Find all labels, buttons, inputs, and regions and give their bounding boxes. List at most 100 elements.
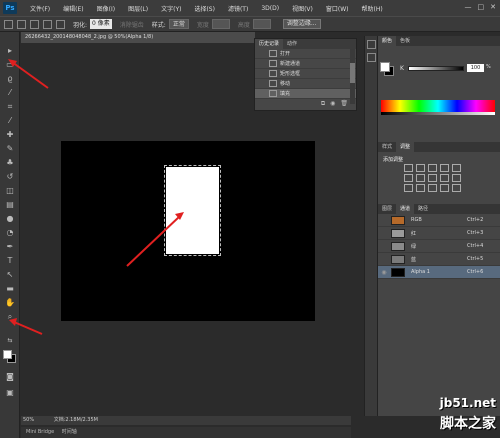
menu-image[interactable]: 图像(I): [97, 4, 115, 13]
channel-row-blue[interactable]: 蓝 Ctrl+5: [378, 253, 500, 266]
subtract-selection-icon[interactable]: [43, 19, 52, 29]
tab-swatches[interactable]: 色板: [396, 36, 414, 46]
dodge-icon[interactable]: ◔: [4, 228, 16, 238]
history-brush-icon[interactable]: ↺: [4, 172, 16, 182]
style-select[interactable]: 正常: [168, 19, 189, 29]
gradient-map-icon[interactable]: [440, 184, 449, 192]
healing-brush-icon[interactable]: ✚: [4, 130, 16, 140]
menu-3d[interactable]: 3D(D): [261, 5, 279, 12]
mini-bridge-tab[interactable]: Mini Bridge: [23, 429, 57, 435]
vibrance-icon[interactable]: [452, 164, 461, 172]
visibility-eye-icon[interactable]: ◉: [380, 269, 388, 276]
hand-icon[interactable]: ✋: [4, 298, 16, 308]
hue-icon[interactable]: [404, 174, 413, 182]
curves-icon[interactable]: [428, 164, 437, 172]
history-scrollbar[interactable]: [350, 49, 355, 104]
pen-icon[interactable]: ✒: [4, 242, 16, 252]
color-k-slider[interactable]: [408, 66, 464, 71]
history-item[interactable]: 矩形选框: [255, 69, 356, 79]
channel-row-red[interactable]: 红 Ctrl+3: [378, 227, 500, 240]
document-tab[interactable]: 26266432_200148048048_2.jpg @ 50%(Alpha …: [21, 32, 255, 43]
clone-stamp-icon[interactable]: ♣: [4, 158, 16, 168]
channel-row-green[interactable]: 绿 Ctrl+4: [378, 240, 500, 253]
trash-icon[interactable]: 🗑: [340, 100, 348, 108]
crop-icon[interactable]: ⌗: [4, 102, 16, 112]
quick-mask-icon[interactable]: ◙: [4, 372, 16, 382]
blur-icon[interactable]: ●: [4, 214, 16, 224]
tab-channels[interactable]: 通道: [396, 204, 415, 214]
screen-mode-icon[interactable]: ▣: [4, 388, 16, 398]
minimize-button[interactable]: —: [465, 3, 472, 11]
feather-input[interactable]: 0 像素: [90, 19, 112, 29]
zoom-icon[interactable]: ⌕: [4, 312, 16, 322]
invert-icon[interactable]: [404, 184, 413, 192]
tab-paths[interactable]: 路径: [414, 204, 432, 214]
eraser-icon[interactable]: ◫: [4, 186, 16, 196]
quick-select-icon[interactable]: ⁄: [4, 88, 16, 98]
color-spectrum[interactable]: [381, 100, 495, 112]
antialias-checkbox[interactable]: 消除锯齿: [120, 20, 144, 29]
history-dock-icon[interactable]: [366, 40, 376, 49]
brush-icon[interactable]: ✎: [4, 144, 16, 154]
channel-row-rgb[interactable]: RGB Ctrl+2: [378, 214, 500, 227]
maximize-button[interactable]: □: [478, 3, 485, 11]
tab-actions[interactable]: 动作: [283, 39, 301, 49]
menu-help[interactable]: 帮助(H): [362, 4, 383, 13]
menu-window[interactable]: 窗口(W): [326, 4, 349, 13]
tab-layers[interactable]: 图层: [378, 204, 396, 214]
zoom-level[interactable]: 50%: [21, 417, 34, 423]
selective-color-icon[interactable]: [452, 184, 461, 192]
swap-colors-icon[interactable]: ⇆: [4, 336, 16, 346]
new-document-from-state-icon[interactable]: ⧉: [321, 100, 325, 108]
height-input[interactable]: [252, 19, 271, 29]
levels-icon[interactable]: [416, 164, 425, 172]
grayscale-ramp[interactable]: [381, 112, 495, 115]
close-button[interactable]: ✕: [490, 3, 496, 11]
intersect-selection-icon[interactable]: [56, 19, 65, 29]
threshold-icon[interactable]: [428, 184, 437, 192]
marquee-tool-icon[interactable]: [4, 19, 13, 29]
tab-history[interactable]: 历史记录: [255, 39, 284, 49]
channel-mixer-icon[interactable]: [452, 174, 461, 182]
history-item[interactable]: 打开: [255, 49, 356, 59]
photo-filter-icon[interactable]: [440, 174, 449, 182]
channel-row-alpha[interactable]: ◉ Alpha 1 Ctrl+6: [378, 266, 500, 279]
menu-edit[interactable]: 编辑(E): [63, 4, 83, 13]
menu-view[interactable]: 视图(V): [292, 4, 313, 13]
color-k-value[interactable]: 100: [467, 64, 484, 72]
menu-select[interactable]: 选择(S): [194, 4, 215, 13]
menu-filter[interactable]: 滤镜(T): [228, 4, 248, 13]
brightness-icon[interactable]: [404, 164, 413, 172]
menu-file[interactable]: 文件(F): [30, 4, 50, 13]
add-selection-icon[interactable]: [30, 19, 39, 29]
menu-type[interactable]: 文字(Y): [161, 4, 181, 13]
tools-panel: ▸ ▭ ϱ ⁄ ⌗ ⁄ ✚ ✎ ♣ ↺ ◫ ▤ ● ◔ ✒ T ↖ ▬ ✋ ⌕ …: [0, 32, 20, 438]
menu-layer[interactable]: 图层(L): [128, 4, 148, 13]
foreground-color-swatch[interactable]: [3, 350, 12, 359]
tab-styles[interactable]: 样式: [378, 142, 396, 152]
refine-edge-button[interactable]: 调整边缘...: [282, 19, 321, 29]
color-balance-icon[interactable]: [416, 174, 425, 182]
snapshot-icon[interactable]: ◉: [330, 100, 335, 108]
tab-color[interactable]: 颜色: [378, 36, 397, 46]
eyedropper-icon[interactable]: ⁄: [4, 116, 16, 126]
history-item[interactable]: 移动: [255, 79, 356, 89]
move-tool-icon[interactable]: ▸: [4, 46, 16, 56]
shape-icon[interactable]: ▬: [4, 284, 16, 294]
gradient-icon[interactable]: ▤: [4, 200, 16, 210]
history-item-selected[interactable]: 填充: [255, 89, 356, 99]
timeline-tab[interactable]: 时间轴: [59, 429, 80, 435]
new-selection-icon[interactable]: [17, 19, 26, 29]
width-input[interactable]: [211, 19, 230, 29]
lasso-icon[interactable]: ϱ: [4, 74, 16, 84]
posterize-icon[interactable]: [416, 184, 425, 192]
exposure-icon[interactable]: [440, 164, 449, 172]
tab-adjustments[interactable]: 调整: [396, 142, 415, 152]
properties-dock-icon[interactable]: [366, 53, 376, 62]
history-item[interactable]: 新建通道: [255, 59, 356, 69]
type-icon[interactable]: T: [4, 256, 16, 266]
black-white-icon[interactable]: [428, 174, 437, 182]
path-select-icon[interactable]: ↖: [4, 270, 16, 280]
color-foreground-swatch[interactable]: [380, 62, 390, 72]
marquee-icon[interactable]: ▭: [4, 60, 16, 70]
